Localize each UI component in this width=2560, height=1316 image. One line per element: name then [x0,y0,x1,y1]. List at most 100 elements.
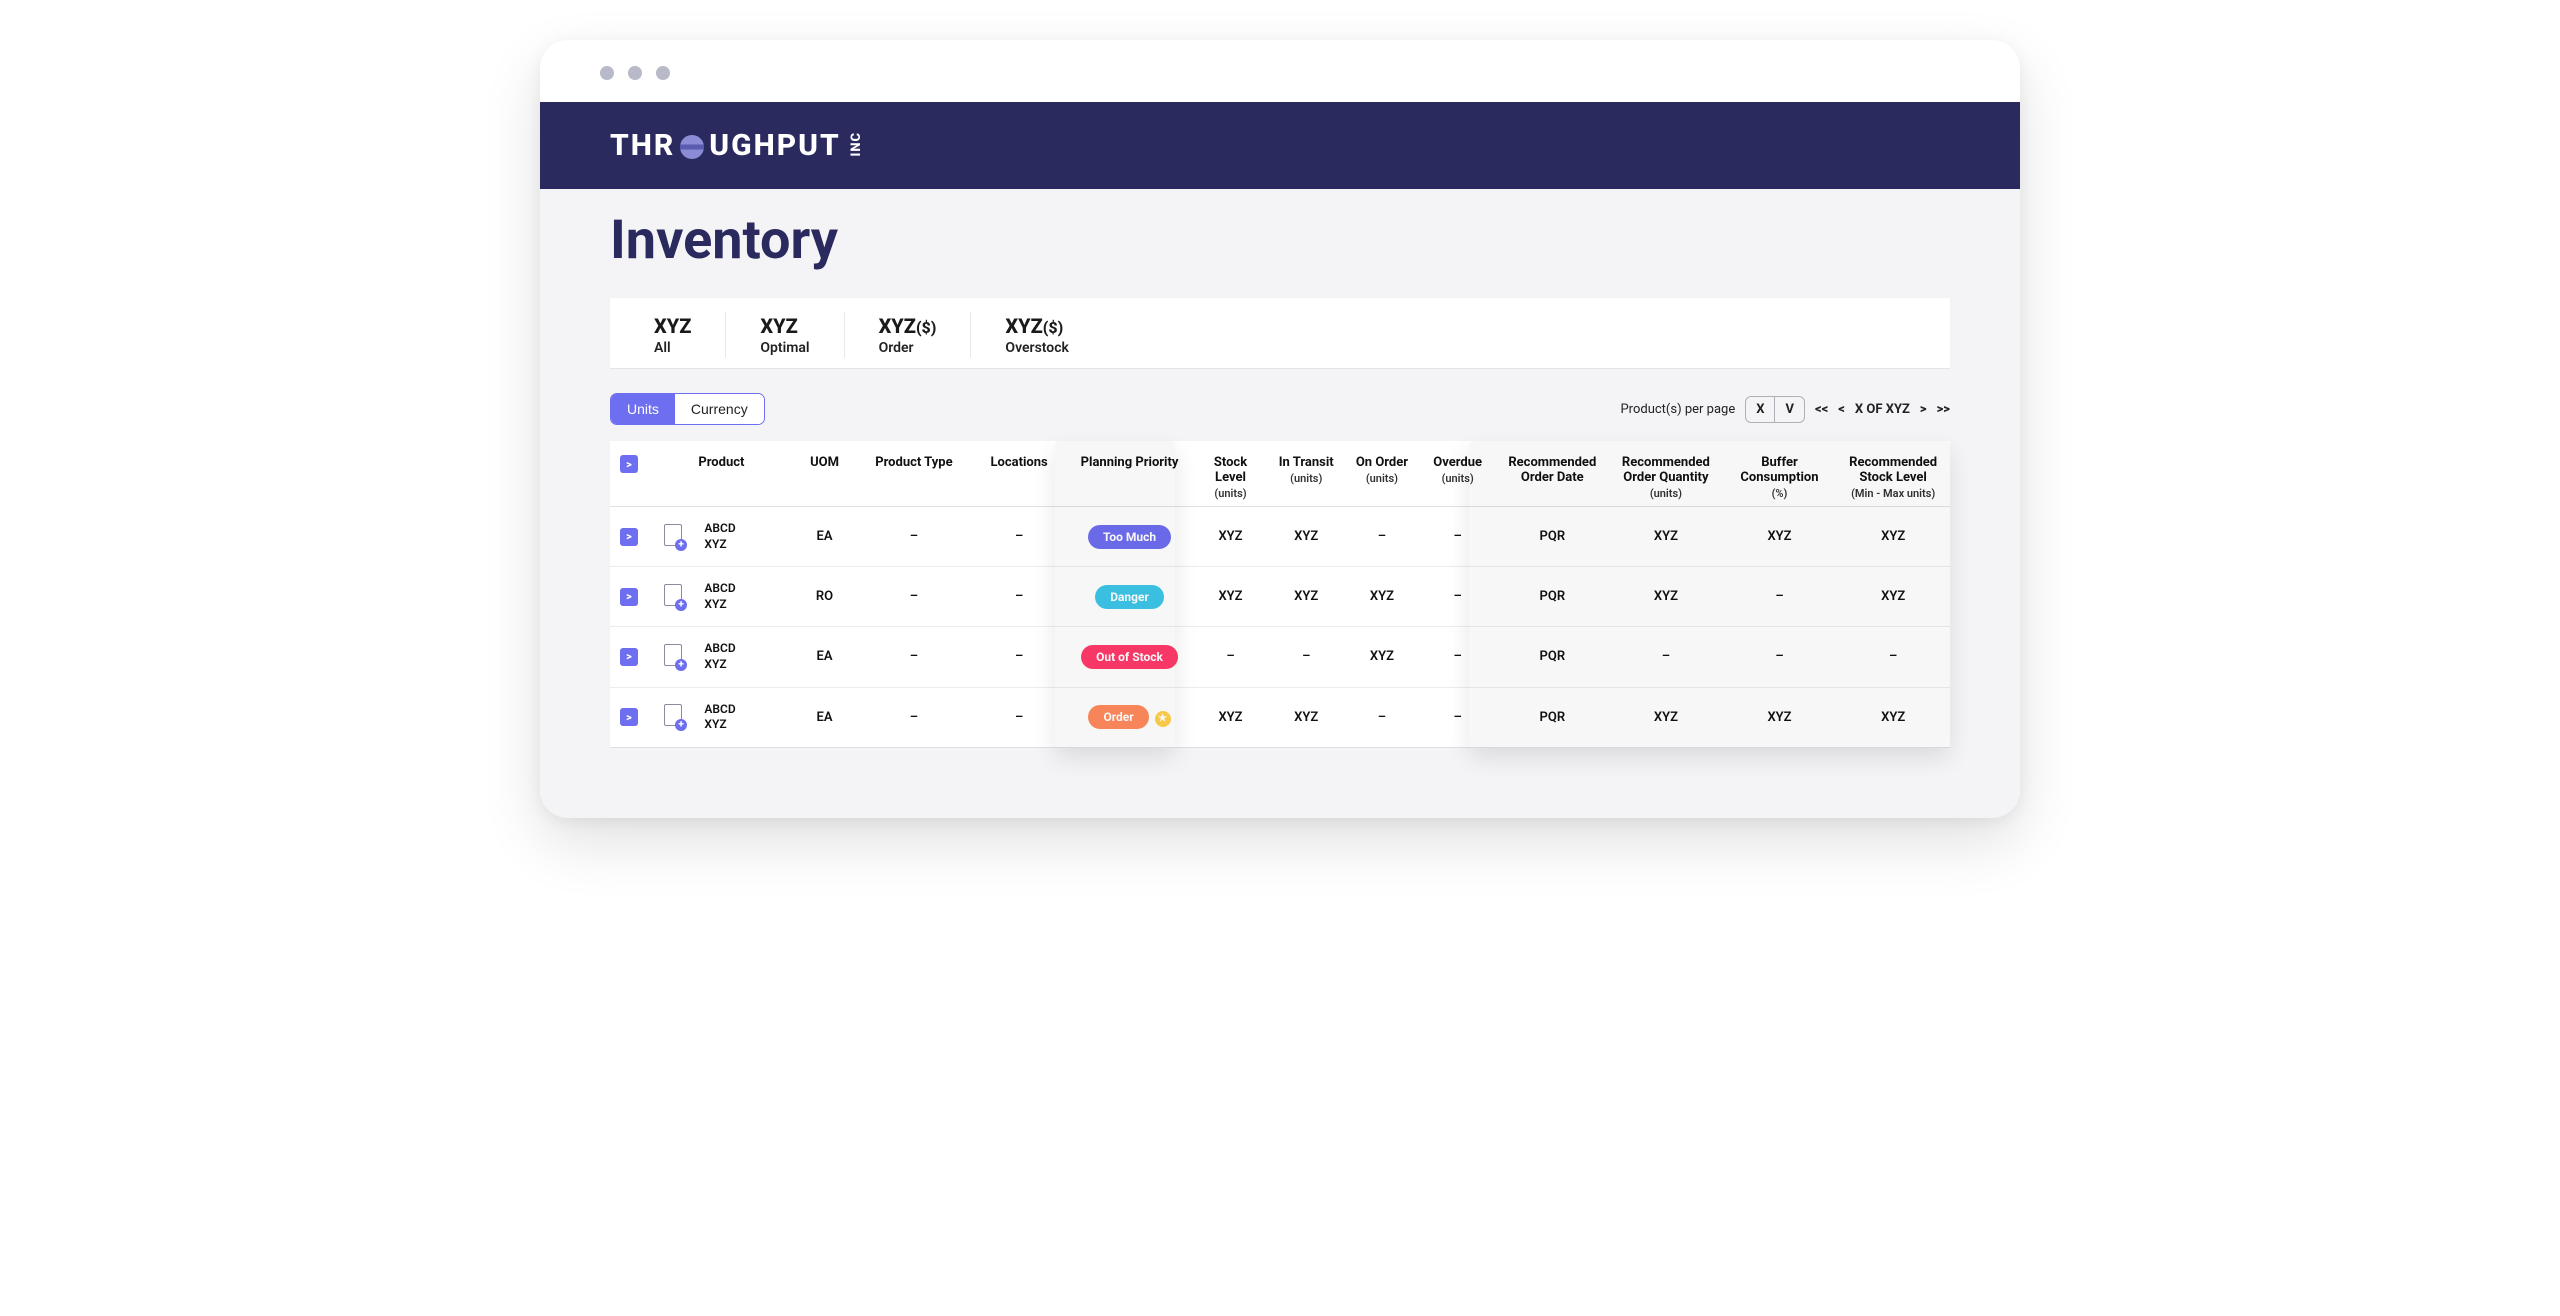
pager-first[interactable]: << [1815,402,1828,417]
cell-locations: – [972,687,1067,747]
expand-row-button[interactable]: > [620,528,638,546]
globe-icon [680,135,704,159]
col-recqty-header[interactable]: Recommended Order Quantity(units) [1609,441,1723,507]
expand-row-button[interactable]: > [620,648,638,666]
col-ptype-header[interactable]: Product Type [856,441,972,507]
col-uom-header[interactable]: UOM [793,441,856,507]
cell-priority: Out of Stock [1066,627,1192,687]
inventory-table: > Product UOM Product Type Locations Pla… [610,441,1950,748]
summary-card: XYZ All XYZ Optimal XYZ($) Order XYZ($) … [610,298,1950,369]
col-recdate-header[interactable]: Recommended Order Date [1496,441,1610,507]
col-icon-header [648,441,698,507]
cell-recqty: XYZ [1609,507,1723,567]
cell-uom: EA [793,507,856,567]
logo-text-pre: THR [610,128,675,163]
priority-badge: Out of Stock [1081,645,1178,669]
cell-uom: EA [793,627,856,687]
cell-recstock: XYZ [1836,507,1950,567]
cell-ptype: – [856,567,972,627]
logo-suffix: INC [849,132,864,157]
add-note-icon[interactable] [664,524,682,546]
cell-onorder: – [1344,687,1420,747]
browser-frame: THR UGHPUT INC Inventory XYZ All XYZ Opt… [540,40,2020,818]
cell-stock: XYZ [1193,507,1269,567]
cell-locations: – [972,567,1067,627]
cell-buffer: – [1723,567,1837,627]
col-recstock-header[interactable]: Recommended Stock Level(Min - Max units) [1836,441,1950,507]
cell-onorder: – [1344,507,1420,567]
cell-product: ABCDXYZ [698,687,793,747]
priority-badge: Order [1088,705,1148,729]
cell-uom: EA [793,687,856,747]
cell-recdate: PQR [1496,507,1610,567]
add-note-icon[interactable] [664,584,682,606]
col-product-header[interactable]: Product [698,441,793,507]
table-row: >ABCDXYZRO––DangerXYZXYZXYZ–PQRXYZ–XYZ [610,567,1950,627]
cell-priority: Danger [1066,567,1192,627]
cell-recdate: PQR [1496,567,1610,627]
expand-row-button[interactable]: > [620,588,638,606]
cell-product: ABCDXYZ [698,507,793,567]
star-icon: ★ [1155,711,1171,727]
window-dot [656,66,670,80]
chevron-down-icon: V [1775,397,1804,422]
pager-last[interactable]: >> [1937,402,1950,417]
pager-prev[interactable]: < [1838,402,1845,417]
page-title: Inventory [540,189,2020,298]
cell-overdue: – [1420,627,1496,687]
priority-badge: Too Much [1088,525,1171,549]
pagination: Product(s) per page X V << < X OF XYZ > … [1620,396,1950,423]
col-stock-header[interactable]: Stock Level(units) [1193,441,1269,507]
col-expand-header: > [610,441,648,507]
page-body: Inventory XYZ All XYZ Optimal XYZ($) Ord… [540,189,2020,818]
cell-stock: – [1193,627,1269,687]
cell-locations: – [972,507,1067,567]
cell-transit: XYZ [1268,687,1344,747]
summary-overstock: XYZ($) Overstock [971,312,1103,358]
cell-recqty: – [1609,627,1723,687]
brand-logo: THR UGHPUT INC [610,128,1950,163]
table-row: >ABCDXYZEA––Order★XYZXYZ––PQRXYZXYZXYZ [610,687,1950,747]
cell-locations: – [972,627,1067,687]
priority-badge: Danger [1095,585,1164,609]
window-dot [600,66,614,80]
cell-recqty: XYZ [1609,687,1723,747]
cell-transit: XYZ [1268,567,1344,627]
expand-all-button[interactable]: > [620,455,638,473]
summary-all: XYZ All [620,312,726,358]
cell-priority: Too Much [1066,507,1192,567]
cell-uom: RO [793,567,856,627]
cell-overdue: – [1420,567,1496,627]
cell-ptype: – [856,507,972,567]
col-overdue-header[interactable]: Overdue(units) [1420,441,1496,507]
pager-status: X OF XYZ [1855,402,1910,417]
add-note-icon[interactable] [664,644,682,666]
toggle-currency[interactable]: Currency [675,394,764,424]
cell-overdue: – [1420,507,1496,567]
cell-transit: XYZ [1268,507,1344,567]
cell-onorder: XYZ [1344,567,1420,627]
col-buffer-header[interactable]: Buffer Consumption(%) [1723,441,1837,507]
cell-recdate: PQR [1496,687,1610,747]
cell-recstock: XYZ [1836,567,1950,627]
summary-optimal: XYZ Optimal [726,312,844,358]
col-priority-header[interactable]: Planning Priority [1066,441,1192,507]
expand-row-button[interactable]: > [620,708,638,726]
col-locations-header[interactable]: Locations [972,441,1067,507]
cell-recstock: – [1836,627,1950,687]
add-note-icon[interactable] [664,704,682,726]
table-row: >ABCDXYZEA––Too MuchXYZXYZ––PQRXYZXYZXYZ [610,507,1950,567]
cell-recdate: PQR [1496,627,1610,687]
cell-stock: XYZ [1193,687,1269,747]
cell-recstock: XYZ [1836,687,1950,747]
col-onorder-header[interactable]: On Order(units) [1344,441,1420,507]
controls-row: Units Currency Product(s) per page X V <… [610,383,1950,435]
col-transit-header[interactable]: In Transit(units) [1268,441,1344,507]
cell-onorder: XYZ [1344,627,1420,687]
logo-text-post: UGHPUT [709,128,841,163]
cell-product: ABCDXYZ [698,567,793,627]
perpage-select[interactable]: X V [1745,396,1805,423]
toggle-units[interactable]: Units [611,394,675,424]
pager-next[interactable]: > [1920,402,1927,417]
cell-stock: XYZ [1193,567,1269,627]
